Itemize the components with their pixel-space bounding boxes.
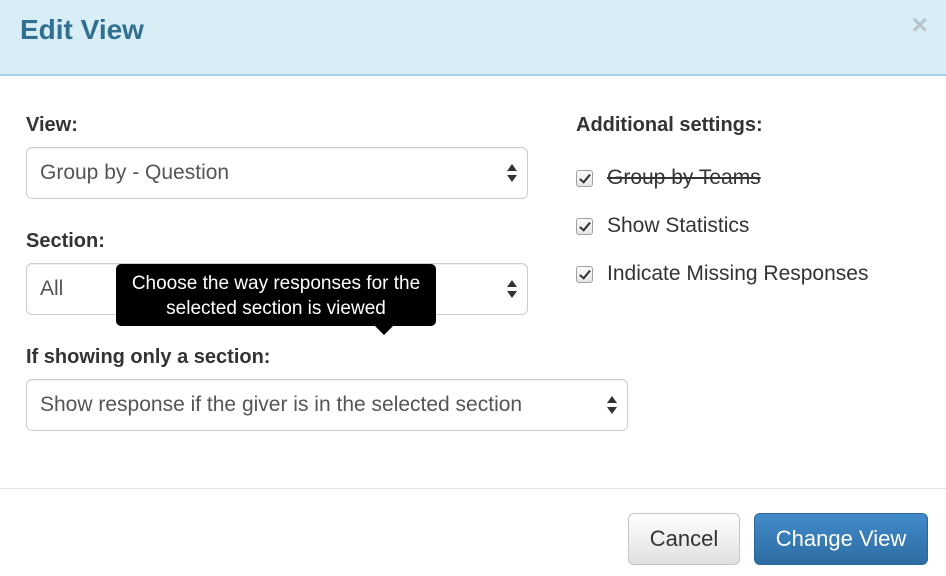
select-caret-icon	[607, 394, 617, 416]
section-detail-select[interactable]: Show response if the giver is in the sel…	[26, 379, 628, 431]
tooltip-line-2: selected section is viewed	[166, 298, 386, 319]
modal-header: Edit View ×	[0, 0, 946, 76]
view-select[interactable]: Group by - Question	[26, 147, 528, 199]
change-view-button[interactable]: Change View	[754, 513, 928, 565]
section-detail-select-value: Show response if the giver is in the sel…	[40, 393, 523, 416]
indicate-missing-responses-option[interactable]: Indicate Missing Responses	[576, 260, 868, 288]
view-label: View:	[26, 114, 78, 136]
group-by-teams-checkbox	[576, 169, 593, 187]
select-caret-icon	[507, 162, 517, 184]
show-statistics-label[interactable]: Show Statistics	[607, 214, 749, 238]
show-statistics-checkbox[interactable]	[576, 217, 593, 235]
select-caret-icon	[507, 278, 517, 300]
tooltip-arrow	[375, 326, 393, 335]
show-statistics-option[interactable]: Show Statistics	[576, 212, 749, 240]
view-select-value: Group by - Question	[40, 161, 230, 184]
modal-title: Edit View	[20, 14, 144, 45]
tooltip-line-1: Choose the way responses for the	[131, 273, 421, 294]
cancel-button[interactable]: Cancel	[628, 513, 740, 565]
section-detail-label: If showing only a section:	[26, 346, 271, 368]
tooltip: Choose the way responses for the selecte…	[116, 264, 436, 335]
close-icon[interactable]: ×	[912, 10, 928, 40]
section-select-value: All	[40, 277, 64, 300]
indicate-missing-responses-checkbox[interactable]	[576, 265, 593, 283]
group-by-teams-option: Group by Teams	[576, 164, 761, 192]
group-by-teams-label: Group by Teams	[607, 166, 761, 189]
indicate-missing-responses-label[interactable]: Indicate Missing Responses	[607, 262, 868, 286]
additional-settings-label: Additional settings:	[576, 114, 763, 136]
section-label: Section:	[26, 230, 105, 252]
modal-footer-divider	[0, 488, 946, 489]
